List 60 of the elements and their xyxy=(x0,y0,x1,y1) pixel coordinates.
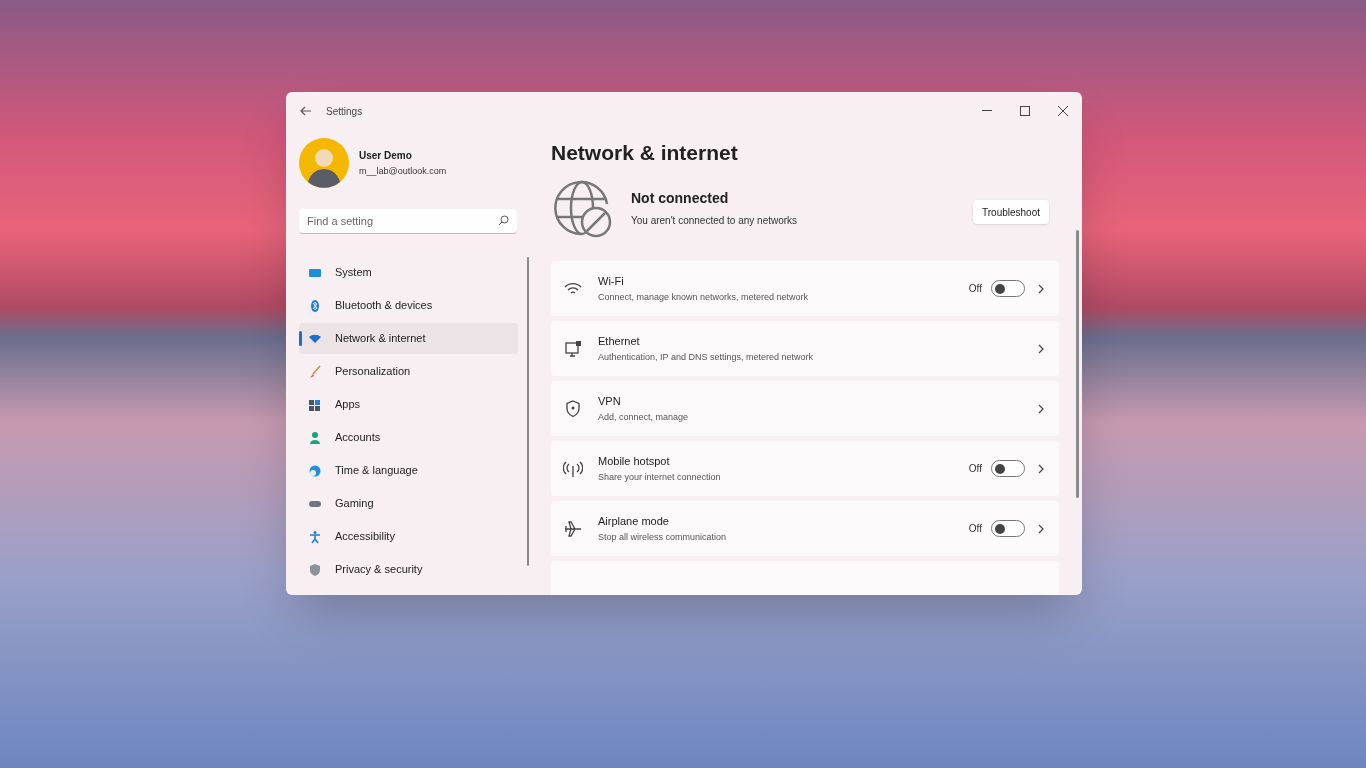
back-arrow-icon xyxy=(300,106,312,116)
card-description: Stop all wireless communication xyxy=(598,531,727,544)
user-email: m__lab@outlook.com xyxy=(359,164,447,178)
toggle-switch[interactable] xyxy=(991,460,1025,477)
card-description: Share your internet connection xyxy=(598,471,721,484)
search-icon xyxy=(498,215,509,226)
settings-card[interactable]: Ethernet Authentication, IP and DNS settings, metered network xyxy=(551,321,1059,376)
selection-indicator xyxy=(299,331,302,346)
card-description: Connect, manage known networks, metered network xyxy=(598,291,809,304)
person-icon xyxy=(308,430,322,445)
page-title: Network & internet xyxy=(551,140,739,166)
sidebar-item[interactable]: Personalization xyxy=(299,356,518,387)
brush-icon xyxy=(308,364,322,379)
shield-icon xyxy=(563,398,583,419)
card-title: Wi-Fi xyxy=(598,273,625,289)
sidebar-item[interactable]: Apps xyxy=(299,389,518,420)
close-icon xyxy=(1058,106,1068,116)
card-title: Ethernet xyxy=(598,333,641,349)
bluetooth-icon xyxy=(308,298,322,313)
status-description: You aren't connected to any networks xyxy=(631,214,798,228)
maximize-icon xyxy=(1020,106,1030,116)
sidebar-item[interactable]: Network & internet xyxy=(299,323,518,354)
sidebar-item[interactable]: Accounts xyxy=(299,422,518,453)
search-field[interactable]: Find a setting xyxy=(299,209,517,234)
toggle-state-label: Off xyxy=(968,522,982,536)
chevron-right-icon xyxy=(1038,463,1044,474)
user-name: User Demo xyxy=(359,148,413,163)
minimize-icon xyxy=(982,110,992,112)
airplane-icon xyxy=(563,518,583,539)
accessibility-icon xyxy=(308,529,322,544)
avatar-drawing xyxy=(299,138,349,188)
chevron-right-icon xyxy=(1038,283,1044,294)
card-description: Authentication, IP and DNS settings, metered network xyxy=(598,351,813,364)
troubleshoot-button[interactable]: Troubleshoot xyxy=(973,200,1049,224)
toggle-state-label: Off xyxy=(968,462,982,476)
apps-icon xyxy=(308,397,322,412)
settings-card[interactable]: Airplane mode Stop all wireless communication Off xyxy=(551,501,1059,556)
sidebar-item[interactable]: Privacy & security xyxy=(299,554,518,585)
sidebar-item[interactable]: Accessibility xyxy=(299,521,518,552)
sidebar-item[interactable]: System xyxy=(299,257,518,288)
card-title: VPN xyxy=(598,393,622,409)
settings-card[interactable]: Mobile hotspot Share your internet connection Off xyxy=(551,441,1059,496)
card-description: Add, connect, manage xyxy=(598,411,689,424)
settings-card[interactable]: Wi-Fi Connect, manage known networks, metered network Off xyxy=(551,261,1059,316)
status-title: Not connected xyxy=(631,189,730,208)
chevron-right-icon xyxy=(1038,523,1044,534)
ethernet-monitor-icon xyxy=(563,338,583,359)
card-title: Mobile hotspot xyxy=(598,453,671,469)
shield-icon xyxy=(308,562,322,577)
window-title: Settings xyxy=(326,104,363,119)
toggle-state-label: Off xyxy=(968,282,982,296)
toggle-switch[interactable] xyxy=(991,520,1025,537)
sidebar-item[interactable]: Bluetooth & devices xyxy=(299,290,518,321)
chevron-right-icon xyxy=(1038,343,1044,354)
card-title: Airplane mode xyxy=(598,513,670,529)
chevron-right-icon xyxy=(1038,403,1044,414)
sidebar-item[interactable]: Gaming xyxy=(299,488,518,519)
settings-card[interactable]: VPN Add, connect, manage xyxy=(551,381,1059,436)
sidebar-item[interactable]: Time & language xyxy=(299,455,518,486)
toggle-switch[interactable] xyxy=(991,280,1025,297)
